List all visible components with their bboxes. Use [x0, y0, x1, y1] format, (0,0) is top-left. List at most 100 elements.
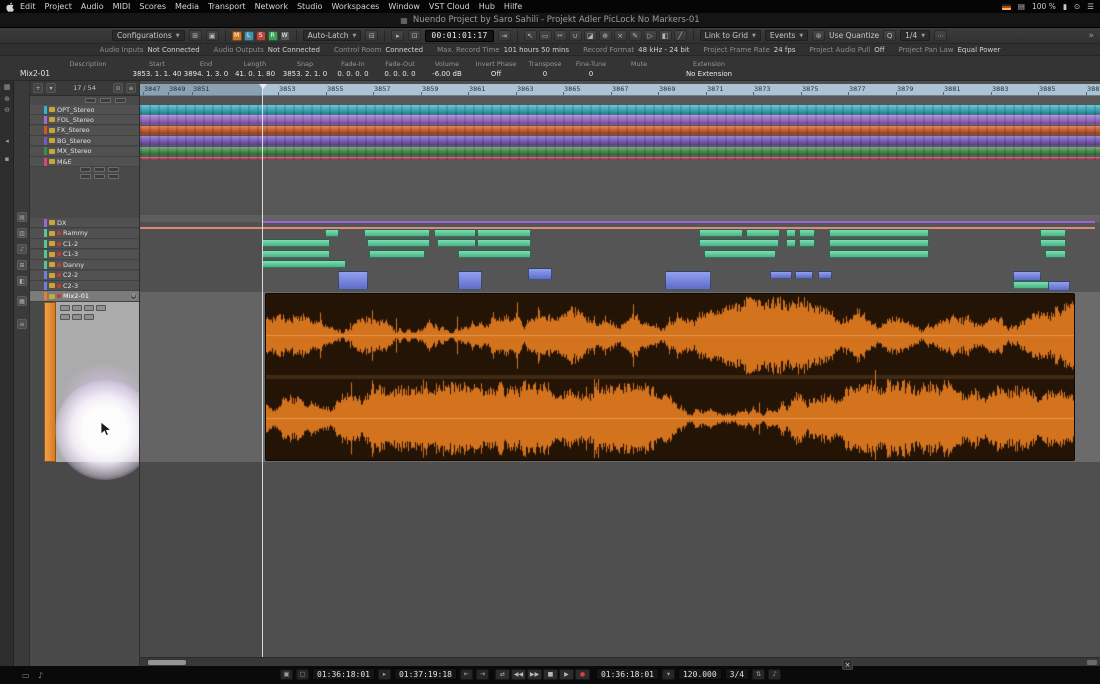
- rack-tab-list-icon[interactable]: ≡: [17, 319, 27, 329]
- info-field-invert-phase[interactable]: Invert PhaseOff: [470, 56, 522, 80]
- record-arm-indicator[interactable]: [57, 294, 61, 298]
- track-control-button[interactable]: [60, 314, 70, 320]
- menu-item-network[interactable]: Network: [255, 2, 288, 11]
- menu-item-midi[interactable]: MIDI: [113, 2, 131, 11]
- track-row-opt-stereo[interactable]: OPT_Stereo: [30, 105, 140, 115]
- collapse-left-icon[interactable]: ◂: [0, 137, 14, 145]
- pre-roll-icon[interactable]: ⇤: [460, 669, 473, 680]
- toolbar-color-tool[interactable]: ◧: [659, 30, 672, 41]
- info-field-length[interactable]: Length41. 0. 1. 80: [230, 56, 280, 80]
- track-row-fol-stereo[interactable]: FOL_Stereo: [30, 115, 140, 125]
- sync-icon[interactable]: ⇅: [752, 669, 765, 680]
- menu-item-workspaces[interactable]: Workspaces: [331, 2, 379, 11]
- track-control-button[interactable]: [72, 305, 82, 311]
- menu-item-project[interactable]: Project: [45, 2, 72, 11]
- info-field-value[interactable]: 3853. 1. 1. 40: [133, 70, 182, 78]
- track-row-rammy[interactable]: Rammy: [30, 229, 140, 239]
- divider-track-button[interactable]: [115, 98, 126, 103]
- display-icon[interactable]: ▤: [1018, 2, 1025, 11]
- automation-mode-dropdown[interactable]: Auto-Latch▼: [303, 30, 362, 41]
- blue-event-clip[interactable]: [1048, 281, 1070, 291]
- use-quantize-toggle[interactable]: Use Quantize: [829, 31, 879, 40]
- menu-item-media[interactable]: Media: [175, 2, 199, 11]
- info-field-value[interactable]: 0: [589, 70, 593, 78]
- automation-panel-icon[interactable]: ⊟: [365, 30, 378, 41]
- green-event-clip[interactable]: [829, 239, 929, 247]
- autoscroll-icon[interactable]: ▸: [391, 30, 404, 41]
- track-filter-icon[interactable]: ▾: [46, 83, 56, 93]
- quantize-panel-icon[interactable]: ⋯: [934, 30, 947, 41]
- toolbar-glue-tool[interactable]: ∪: [569, 30, 582, 41]
- divider-track-button[interactable]: [85, 98, 96, 103]
- track-row-m-e[interactable]: M&E: [30, 157, 140, 167]
- green-event-clip[interactable]: [829, 229, 929, 237]
- rack-tab-cr-icon[interactable]: ⊞: [17, 260, 27, 270]
- info-field-transpose[interactable]: Transpose0: [522, 56, 568, 80]
- toolbar-zoom-tool[interactable]: ⊕: [599, 30, 612, 41]
- record-arm-indicator[interactable]: [57, 231, 61, 235]
- green-event-clip[interactable]: [262, 239, 330, 247]
- record-arm-indicator[interactable]: [57, 242, 61, 246]
- track-control-button[interactable]: [84, 314, 94, 320]
- track-row-c1-3[interactable]: C1-3: [30, 250, 140, 260]
- toolbar-toggle-l[interactable]: L: [244, 31, 254, 41]
- iterative-quantize-icon[interactable]: ⊛: [812, 30, 825, 41]
- green-event-clip[interactable]: [325, 229, 339, 237]
- info-field-start[interactable]: Start3853. 1. 1. 40: [132, 56, 182, 80]
- forward-button[interactable]: ▶▶: [527, 669, 542, 680]
- audio-event-mix2-01[interactable]: [265, 293, 1075, 461]
- green-event-clip[interactable]: [262, 250, 330, 258]
- quantize-q-icon[interactable]: Q: [883, 30, 896, 41]
- track-row-c2-3[interactable]: C2-3: [30, 281, 140, 291]
- record-arm-indicator[interactable]: [57, 284, 61, 288]
- find-track-icon[interactable]: ⊙: [113, 83, 123, 93]
- menu-item-studio[interactable]: Studio: [297, 2, 322, 11]
- battery-icon[interactable]: ▮: [1063, 2, 1067, 11]
- track-control-button[interactable]: [72, 314, 82, 320]
- left-locator-flag[interactable]: [259, 84, 267, 89]
- menu-item-vst-cloud[interactable]: VST Cloud: [429, 2, 470, 11]
- blue-event-clip[interactable]: [528, 268, 552, 280]
- event-display-area[interactable]: 3847384938513853385538573859386138633865…: [140, 81, 1100, 666]
- right-locator-display[interactable]: 01:37:19:18: [394, 668, 457, 680]
- info-field-value[interactable]: Off: [491, 70, 501, 78]
- track-row-mx-stereo[interactable]: MX_Stereo: [30, 147, 140, 157]
- green-event-clip[interactable]: [367, 239, 430, 247]
- locators-icon[interactable]: ⇥: [498, 30, 511, 41]
- green-event-clip[interactable]: [458, 250, 531, 258]
- punch-out-icon[interactable]: ▢: [296, 669, 309, 680]
- me-track-control[interactable]: [80, 167, 91, 172]
- green-event-clip[interactable]: [434, 229, 476, 237]
- track-row-dx[interactable]: DX: [30, 218, 140, 228]
- info-field-description[interactable]: Description: [44, 56, 132, 80]
- spotlight-icon[interactable]: ⊙: [1074, 2, 1080, 11]
- toolbar-split-tool[interactable]: ✂: [554, 30, 567, 41]
- info-field-mute[interactable]: Mute: [614, 56, 664, 80]
- blue-event-clip[interactable]: [458, 271, 482, 290]
- blue-event-clip[interactable]: [665, 271, 711, 290]
- rack-tab-media-icon[interactable]: ♪: [17, 244, 27, 254]
- record-arm-indicator[interactable]: [57, 252, 61, 256]
- link-to-grid-dropdown[interactable]: Link to Grid▼: [700, 30, 761, 41]
- rack-tab-meter-icon[interactable]: ◧: [17, 276, 27, 286]
- info-field-value[interactable]: 0: [543, 70, 547, 78]
- info-field-value[interactable]: No Extension: [686, 70, 732, 78]
- info-field-value[interactable]: 41. 0. 1. 80: [235, 70, 275, 78]
- green-event-clip[interactable]: [369, 250, 425, 258]
- info-field-extension[interactable]: ExtensionNo Extension: [664, 56, 754, 80]
- menu-item-hub[interactable]: Hub: [479, 2, 495, 11]
- track-visibility-counter[interactable]: 17 / 54: [59, 84, 110, 92]
- info-field-fine-tune[interactable]: Fine-Tune0: [568, 56, 614, 80]
- info-field-snap[interactable]: Snap3853. 2. 1. 0: [280, 56, 330, 80]
- track-row-mix2-01[interactable]: Mix2-01 e: [30, 291, 140, 302]
- menu-item-hilfe[interactable]: Hilfe: [504, 2, 522, 11]
- green-event-clip[interactable]: [1045, 250, 1066, 258]
- me-track-control[interactable]: [108, 167, 119, 172]
- green-event-clip[interactable]: [1040, 239, 1066, 247]
- punch-in-icon[interactable]: ▣: [280, 669, 293, 680]
- info-field-fade-out[interactable]: Fade-Out0. 0. 0. 0: [376, 56, 424, 80]
- info-field-value[interactable]: 3853. 2. 1. 0: [283, 70, 328, 78]
- horizontal-scrollbar-thumb[interactable]: [148, 660, 186, 665]
- menu-item-transport[interactable]: Transport: [208, 2, 246, 11]
- green-event-clip[interactable]: [704, 250, 776, 258]
